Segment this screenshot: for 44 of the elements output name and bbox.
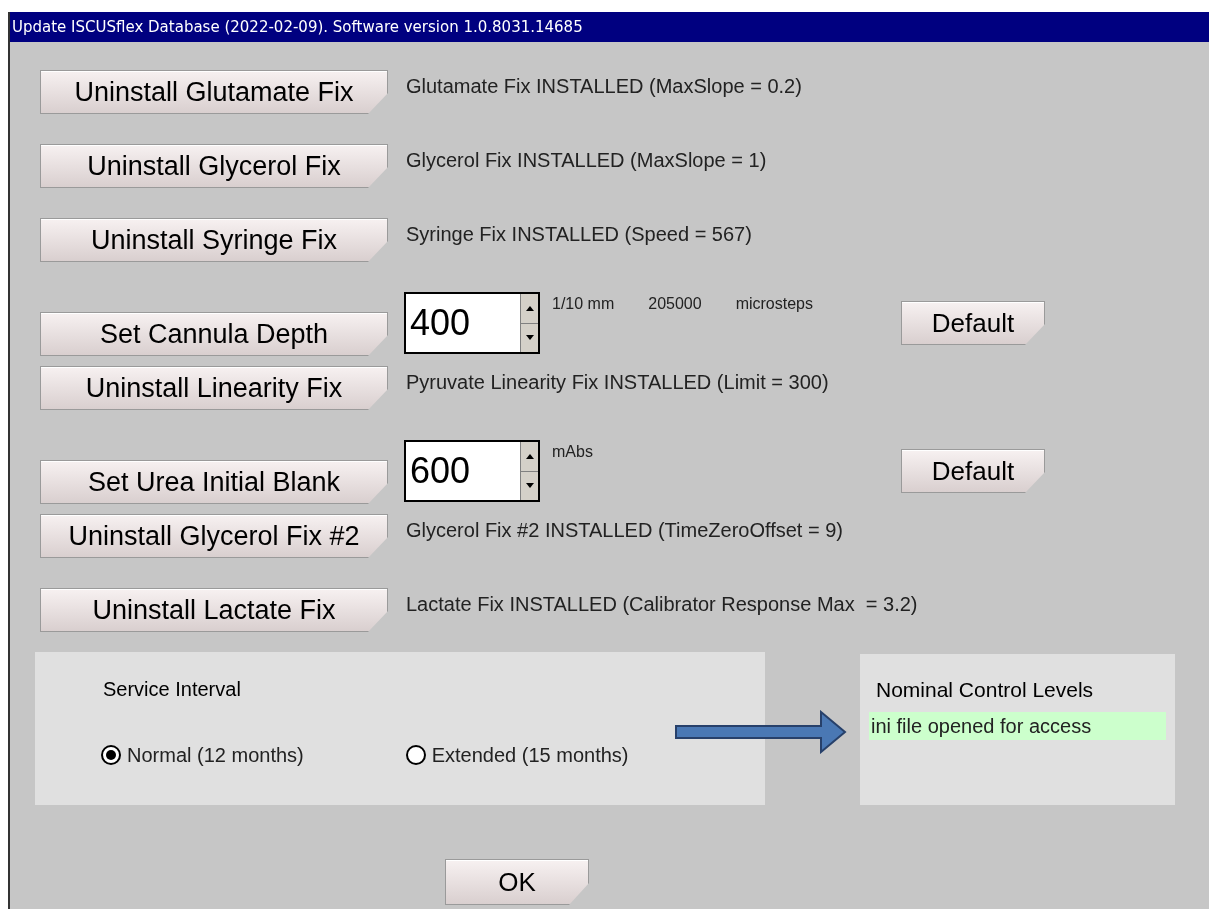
number-spinner[interactable]: 600	[404, 440, 540, 502]
panel-title: Service Interval	[103, 677, 242, 702]
action-button[interactable]: Set Urea Initial Blank	[40, 460, 388, 504]
status-text: Syringe Fix INSTALLED (Speed = 567)	[406, 222, 752, 244]
radio-button[interactable]	[405, 745, 426, 765]
action-button[interactable]: Uninstall Lactate Fix	[40, 588, 388, 632]
spin-up-button[interactable]	[521, 442, 538, 472]
down-arrow-icon	[525, 483, 534, 489]
status-message: ini file opened for access	[869, 711, 1166, 740]
spin-down-button[interactable]	[521, 471, 538, 500]
unit-label: mAbs	[552, 442, 593, 462]
radio-option[interactable]: Normal (12 months)	[101, 740, 304, 770]
status-text: Glycerol Fix #2 INSTALLED (TimeZeroOffset = 9)	[406, 518, 843, 540]
default-button[interactable]: Default	[901, 301, 1045, 345]
down-arrow-icon	[525, 335, 534, 341]
up-arrow-icon	[525, 453, 534, 459]
right-arrow-icon	[675, 710, 847, 754]
status-text: Glycerol Fix INSTALLED (MaxSlope = 1)	[406, 148, 767, 170]
action-button[interactable]: Set Cannula Depth	[40, 312, 388, 356]
action-button[interactable]: Uninstall Glutamate Fix	[40, 70, 388, 114]
number-spinner[interactable]: 400	[404, 292, 540, 354]
ok-button[interactable]: OK	[445, 859, 589, 905]
action-button[interactable]: Uninstall Linearity Fix	[40, 366, 388, 410]
spin-up-button[interactable]	[521, 294, 538, 324]
spin-down-button[interactable]	[521, 323, 538, 352]
spinner-value: 400	[409, 301, 472, 345]
status-text: Glutamate Fix INSTALLED (MaxSlope = 0.2)	[406, 74, 802, 96]
spinner-value: 600	[409, 449, 472, 493]
action-button[interactable]: Uninstall Glycerol Fix #2	[40, 514, 388, 558]
panel-title: Nominal Control Levels	[876, 677, 1095, 703]
up-arrow-icon	[525, 305, 534, 311]
default-button[interactable]: Default	[901, 449, 1045, 493]
radio-label: Normal (12 months)	[127, 743, 304, 768]
unit-label: microsteps	[735, 294, 813, 314]
status-text: Pyruvate Linearity Fix INSTALLED (Limit = 300)	[406, 370, 829, 392]
radio-button[interactable]	[101, 745, 121, 765]
unit-label: 205000	[648, 294, 702, 314]
action-button[interactable]: Uninstall Glycerol Fix	[40, 144, 388, 188]
radio-label: Extended (15 months)	[431, 743, 629, 768]
status-text: Lactate Fix INSTALLED (Calibrator Response Max = 3.2)	[406, 592, 918, 614]
action-button[interactable]: Uninstall Syringe Fix	[40, 218, 388, 262]
unit-label: 1/10 mm	[552, 294, 615, 314]
window-title: Update ISCUSflex Database (2022-02-09). Software version 1.0.8031.14685	[10, 12, 1209, 42]
radio-option[interactable]: Extended (15 months)	[405, 740, 629, 770]
